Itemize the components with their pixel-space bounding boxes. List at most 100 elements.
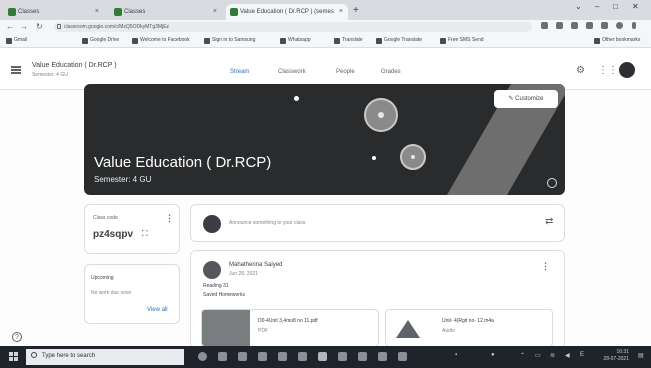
- maximize-icon[interactable]: □: [613, 2, 618, 11]
- upcoming-card: Upcoming No work due soon View all: [84, 264, 180, 324]
- taskbar-search-placeholder: Type here to search: [42, 353, 96, 359]
- attachment-type: PDF: [258, 328, 268, 334]
- announce-box[interactable]: Announce something to your class ⇄: [190, 204, 565, 242]
- screen: Classes × Classes × Value Education ( Dr…: [0, 0, 651, 368]
- attachment-pdf[interactable]: D0-4Unit 3,4mo8 no 11.pdf PDF: [201, 309, 379, 347]
- post-text: Reading 31: [203, 283, 229, 289]
- apps-grid-icon[interactable]: ⋮⋮: [598, 65, 618, 76]
- other-bookmarks[interactable]: Other bookmarks: [594, 37, 640, 44]
- extension-icon[interactable]: [586, 22, 593, 29]
- star-icon[interactable]: [556, 22, 563, 29]
- app-icon[interactable]: [298, 352, 307, 361]
- settings-icon[interactable]: ⚙: [576, 65, 585, 76]
- google-drive-icon: [396, 320, 420, 338]
- extension-icon[interactable]: [601, 22, 608, 29]
- app-icon[interactable]: [378, 352, 387, 361]
- new-tab-icon[interactable]: +: [353, 5, 359, 16]
- extension-icon[interactable]: [571, 22, 578, 29]
- bookmarks-bar: Gmail Google Drive Welcome to Facebook S…: [0, 34, 651, 48]
- decorative-dot: [294, 96, 299, 101]
- notifications-icon[interactable]: ▤: [638, 352, 644, 359]
- share-icon[interactable]: [541, 22, 548, 29]
- url-input[interactable]: classroom.google.com/c/MzQ5ODkyMTg3MjEz: [54, 22, 532, 32]
- bookmark-icon: [6, 38, 12, 44]
- close-icon[interactable]: ×: [339, 4, 343, 20]
- app-icon[interactable]: [238, 352, 247, 361]
- taskbar-search-input[interactable]: Type here to search: [26, 349, 184, 365]
- tab-title: Value Education ( Dr.RCP ) (semes: [240, 9, 334, 15]
- weather-icon[interactable]: ●: [491, 352, 495, 358]
- tab-stream[interactable]: Stream: [230, 69, 249, 75]
- close-icon[interactable]: ×: [213, 4, 217, 20]
- chrome-icon[interactable]: [318, 352, 327, 361]
- cortana-icon[interactable]: [198, 352, 207, 361]
- help-icon[interactable]: ?: [12, 332, 22, 342]
- class-code-value: pz4sqpv: [93, 229, 134, 240]
- stream-post: Mahathenna Saiyed Jun 28, 2021 ⋮ Reading…: [190, 250, 565, 350]
- view-all-link[interactable]: View all: [147, 307, 168, 313]
- battery-icon[interactable]: ▭: [535, 352, 541, 359]
- browser-tab[interactable]: Classes ×: [110, 4, 222, 20]
- upcoming-text: No work due soon: [91, 290, 132, 296]
- avatar[interactable]: [619, 62, 635, 78]
- chevron-down-icon[interactable]: ⌄: [575, 2, 582, 11]
- wifi-icon[interactable]: ≋: [550, 352, 555, 359]
- windows-start-icon[interactable]: [9, 352, 19, 362]
- tab-classwork[interactable]: Classwork: [278, 69, 306, 75]
- info-icon[interactable]: [547, 178, 557, 188]
- bookmark-item[interactable]: Sign in to Samsung: [204, 37, 255, 44]
- bookmark-icon: [132, 38, 138, 44]
- classroom-favicon-icon: [230, 8, 238, 16]
- close-window-icon[interactable]: ✕: [632, 2, 639, 11]
- class-title[interactable]: Value Education ( Dr.RCP ): [32, 62, 117, 69]
- close-icon[interactable]: ×: [95, 4, 99, 20]
- language-icon[interactable]: Ε: [580, 352, 584, 358]
- reload-icon[interactable]: ↻: [36, 22, 43, 31]
- post-date: Jun 28, 2021: [229, 271, 258, 277]
- file-explorer-icon[interactable]: [258, 352, 267, 361]
- avatar: [203, 261, 221, 279]
- menu-icon[interactable]: [632, 22, 636, 29]
- bookmark-item[interactable]: Whatsapp: [280, 37, 311, 44]
- browser-tab-bar: Classes × Classes × Value Education ( Dr…: [0, 0, 651, 20]
- tray-icon[interactable]: ▪: [455, 352, 457, 358]
- attachment-audio[interactable]: Unit- 4(Rgit no- 12.m4a Audio: [385, 309, 553, 347]
- more-options-icon[interactable]: ⋮: [165, 213, 174, 224]
- bookmark-item[interactable]: Gmail: [6, 37, 27, 44]
- bookmark-item[interactable]: Free SMS Send: [440, 37, 484, 44]
- minimize-icon[interactable]: –: [595, 2, 599, 11]
- classroom-favicon-icon: [114, 8, 122, 16]
- search-icon: [31, 352, 37, 358]
- chevron-up-icon[interactable]: ⌃: [520, 352, 525, 359]
- classroom-favicon-icon: [8, 8, 16, 16]
- volume-icon[interactable]: ◀: [565, 352, 570, 359]
- customize-button[interactable]: ✎ Customize: [494, 90, 558, 108]
- bookmark-item[interactable]: Translate: [334, 37, 363, 44]
- app-icon[interactable]: [358, 352, 367, 361]
- browser-tab-active[interactable]: Value Education ( Dr.RCP ) (semes ×: [226, 4, 348, 20]
- forward-icon[interactable]: →: [20, 22, 28, 31]
- repost-icon[interactable]: ⇄: [545, 216, 553, 227]
- back-icon[interactable]: ←: [6, 22, 14, 31]
- folder-icon: [594, 38, 600, 44]
- browser-tab[interactable]: Classes ×: [4, 4, 104, 20]
- more-options-icon[interactable]: ⋮: [541, 261, 550, 272]
- app-icon[interactable]: [278, 352, 287, 361]
- task-view-icon[interactable]: [218, 352, 227, 361]
- bookmark-item[interactable]: Google Drive: [82, 37, 119, 44]
- profile-avatar[interactable]: [616, 22, 623, 29]
- main-menu-icon[interactable]: [11, 66, 21, 74]
- app-icon[interactable]: [398, 352, 407, 361]
- class-code-card: Class code ⋮ pz4sqpv ⛶: [84, 204, 180, 254]
- bookmark-item[interactable]: Google Translate: [376, 37, 422, 44]
- fullscreen-icon[interactable]: ⛶: [142, 229, 148, 239]
- tab-grades[interactable]: Grades: [381, 69, 401, 75]
- app-icon[interactable]: [338, 352, 347, 361]
- tab-people[interactable]: People: [336, 69, 355, 75]
- bookmark-icon: [440, 38, 446, 44]
- attachment-type: Audio: [442, 328, 455, 334]
- announce-placeholder[interactable]: Announce something to your class: [229, 220, 305, 226]
- bookmark-item[interactable]: Welcome to Facebook: [132, 37, 190, 44]
- taskbar-clock[interactable]: 16:31 28-07-2021: [599, 349, 629, 363]
- url-text: classroom.google.com/c/MzQ5ODkyMTg3MjEz: [64, 24, 170, 30]
